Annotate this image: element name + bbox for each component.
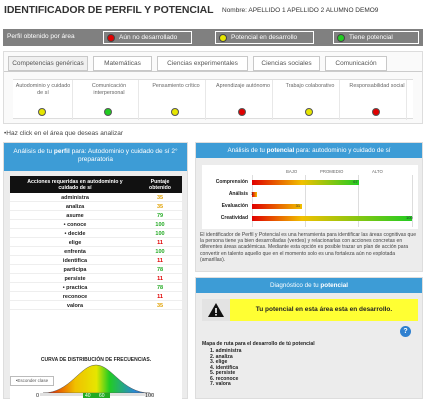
area-responsabilidad-social[interactable]: Responsabilidad social [347,80,407,120]
tab-ciencias-experimentales[interactable]: Ciencias experimentales [157,56,248,71]
areas-grid: Autodominio y cuidado de sí Comunicación… [13,79,413,120]
table-row: elige 11 [10,239,182,247]
table-row: asume 79 [10,212,182,220]
legend-item-not-developed: Aún no desarrollado [103,31,192,44]
status-dot-icon [238,108,246,116]
table-row: participa 78 [10,266,182,274]
bar-value-label: 100 [406,215,413,220]
app-header: IDENTIFICADOR DE PERFIL Y POTENCIAL Nomb… [0,0,427,22]
potential-bar-chart: BAJO PROMEDIO ALTO Comprensión 67 Análisis… [202,165,418,229]
diagnostic-message: Tu potencial en esta área esta en desarr… [255,306,393,313]
status-dot-icon [372,108,380,116]
red-dot-icon [107,34,115,42]
tool-description: El identificador de Perfil y Potencial e… [200,232,417,263]
table-row: reconoce 11 [10,293,182,301]
hide-class-button[interactable]: •Esconder clase [10,376,54,386]
tab-competencias-genericas[interactable]: Competencias genéricas [8,56,88,71]
legend-item-has-potential: Tiene potencial [333,31,419,44]
profile-panel-title: Análisis de tu perfil para: Autodominio … [4,143,187,171]
warning-icon [202,299,230,321]
table-row: valora 35 [10,302,182,310]
subject-tabs-panel: Competencias genéricas Matemáticas Cienc… [3,51,423,124]
column-bajo: BAJO [286,169,298,174]
table-row: analiza 35 [10,203,182,211]
table-header: Acciones requeridas en autodominio y cui… [10,176,182,193]
bar-label: Análisis [228,191,248,197]
status-dot-icon [104,108,112,116]
student-name: Nombre: APELLIDO 1 APELLIDO 2 ALUMNO DEM… [222,7,379,14]
profile-legend: Perfil obtenido por área Aún no desarrol… [3,29,423,46]
bar-label: Evaluación [221,203,248,209]
diagnostic-panel: Diagnóstico de tu potencial Tu potencial… [195,277,423,399]
area-comunicacion-interpersonal[interactable]: Comunicación interpersonal [79,80,139,120]
status-dot-icon [38,108,46,116]
bar: 67 [252,179,360,185]
route-title: Mapa de ruta para el desarrollo de tú po… [202,341,315,347]
bar-value-label: 31 [295,203,301,208]
help-icon[interactable]: ? [400,326,411,337]
column-alto: ALTO [372,169,383,174]
curve-min-label: 0 [36,393,40,399]
actions-table: Acciones requeridas en autodominio y cui… [10,176,182,354]
bar-label: Creatividad [220,215,248,221]
bar: 3 [250,191,257,197]
status-dot-icon [171,108,179,116]
page-title: IDENTIFICADOR DE PERFIL Y POTENCIAL [4,4,214,16]
table-row: enfrenta 100 [10,248,182,256]
table-row: administra 35 [10,194,182,202]
bar: 31 [252,203,302,209]
status-dot-icon [305,108,313,116]
development-route: Mapa de ruta para el desarrollo de tú po… [202,341,418,388]
table-row: • practica 78 [10,284,182,292]
bell-curve [42,364,151,394]
bar-value-label: 67 [353,179,358,184]
column-promedio: PROMEDIO [320,169,344,174]
yellow-dot-icon [219,34,227,42]
curve-max-label: 100 [145,393,155,399]
diagnostic-message-box: Tu potencial en esta área esta en desarr… [202,299,418,321]
bar-label: Comprensión [215,179,248,185]
bar: 100 [252,215,413,221]
instruction-hint: •Haz click en el área que deseas analiza… [4,130,123,137]
table-row: • conoce 100 [10,221,182,229]
area-autodominio[interactable]: Autodominio y cuidado de sí [13,80,73,120]
area-trabajo-colaborativo[interactable]: Trabajo colaborativo [280,80,340,120]
table-row: identifica 11 [10,257,182,265]
diagnostic-title: Diagnóstico de tu potencial [196,278,422,293]
tab-comunicacion[interactable]: Comunicación [325,56,387,71]
table-row: • decide 100 [10,230,182,238]
tab-matematicas[interactable]: Matemáticas [93,56,152,71]
area-aprendizaje-autonomo[interactable]: Aprendizaje autónomo [213,80,273,120]
curve-label-60: 60 [99,393,105,399]
potential-panel-title: Análisis de tu potencial para: autodomin… [196,143,422,158]
potential-analysis-panel: Análisis de tu potencial para: autodomin… [195,142,423,272]
table-row: persiste 11 [10,275,182,283]
profile-analysis-panel: Análisis de tu perfil para: Autodominio … [3,142,188,405]
green-dot-icon [337,34,345,42]
area-pensamiento-critico[interactable]: Pensamiento crítico [146,80,206,120]
curve-label-40: 40 [85,393,91,399]
bar-value-label: 3 [250,191,254,196]
legend-item-developing: Potencial en desarrollo [215,31,314,44]
route-item: 7. valora [210,381,231,387]
legend-label: Perfil obtenido por área [7,33,75,40]
tab-ciencias-sociales[interactable]: Ciencias sociales [253,56,320,71]
